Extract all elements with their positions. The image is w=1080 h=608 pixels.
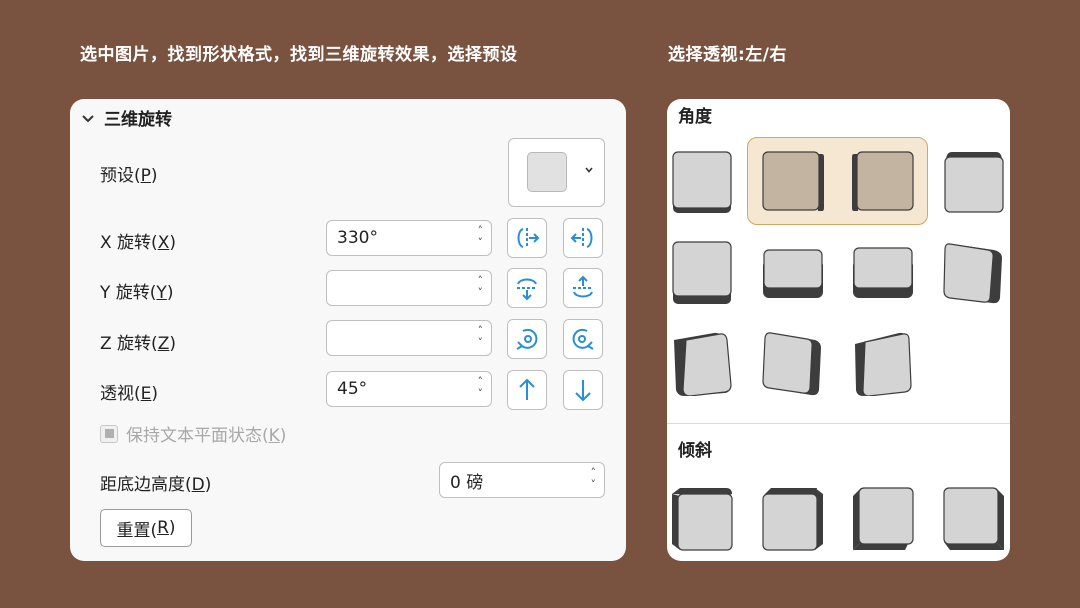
x-rotation-value: 330° [337,228,378,248]
preset-dropdown[interactable] [508,138,605,207]
preset-tile[interactable] [851,240,915,306]
preset-gallery-panel: 角度 倾斜 [667,99,1010,561]
spin-arrows-icon[interactable]: ˄ ˅ [478,275,484,299]
tilt-section-title: 倾斜 [678,441,712,461]
arrow-up-icon [519,378,535,400]
x-rotation-input[interactable]: 330° ˄ ˅ [326,220,492,256]
y-rotation-label: Y 旋转(Y) [100,283,174,303]
preset-tile[interactable] [670,330,734,396]
preset-tile-perspective-right[interactable] [851,149,915,215]
reset-button[interactable]: 重置(R) [100,509,192,547]
chevron-down-icon[interactable] [80,110,96,126]
tilt-preset-tile[interactable] [851,486,915,552]
preset-label: 预设(P) [100,166,158,186]
tilt-preset-tile[interactable] [942,486,1006,552]
chevron-down-icon [585,167,593,173]
arrow-down-icon [575,380,591,402]
spin-arrows-icon[interactable]: ˄ ˅ [478,325,484,349]
checkbox-icon[interactable] [100,424,118,443]
spin-arrows-icon[interactable]: ˄ ˅ [478,376,484,400]
preset-tile[interactable] [670,149,734,215]
rotate-left-button[interactable] [507,218,547,258]
rotate-up-button[interactable] [507,268,547,308]
y-rotation-input[interactable]: ˄ ˅ [326,270,492,306]
distance-value: 0 磅 [450,472,484,493]
x-rotation-label: X 旋转(X) [100,233,176,253]
z-rotation-input[interactable]: ˄ ˅ [326,320,492,356]
instruction-caption-right: 选择透视:左/右 [668,45,788,65]
preset-tile[interactable] [670,240,734,306]
rotate-right-icon [570,228,593,248]
spin-arrows-icon[interactable]: ˄ ˅ [591,467,597,491]
distance-from-ground-label: 距底边高度(D) [100,475,212,495]
rotate-counterclockwise-button[interactable] [507,319,547,359]
perspective-increase-button[interactable] [507,370,547,410]
rotate-clockwise-icon [572,328,594,350]
perspective-input[interactable]: 45° ˄ ˅ [326,371,492,407]
preset-tile[interactable] [761,240,825,306]
rotate-down-icon [573,275,593,298]
z-rotation-label: Z 旋转(Z) [100,334,176,354]
perspective-decrease-button[interactable] [563,370,603,410]
preset-swatch [527,152,567,192]
perspective-label: 透视(E) [100,384,159,404]
rotate-down-button[interactable] [563,268,603,308]
preset-tile[interactable] [851,330,915,396]
tilt-preset-tile[interactable] [761,486,825,552]
keep-text-flat-checkbox[interactable]: 保持文本平面状态(K) [100,421,286,446]
3d-rotation-panel: 三维旋转 预设(P) X 旋转(X) 330° ˄ ˅ Y 旋转(Y) ˄ ˅ Z … [70,99,626,561]
rotate-left-icon [517,228,540,248]
preset-tile[interactable] [761,330,825,396]
section-divider [667,423,1010,424]
perspective-value: 45° [337,379,368,399]
section-header[interactable]: 三维旋转 [80,105,172,130]
preset-tile[interactable] [942,149,1006,215]
instruction-caption-left: 选中图片，找到形状格式，找到三维旋转效果，选择预设 [80,45,518,65]
distance-from-ground-input[interactable]: 0 磅 ˄ ˅ [439,462,605,498]
rotate-up-icon [517,278,537,301]
preset-tile[interactable] [942,240,1006,306]
tilt-preset-tile[interactable] [670,486,734,552]
angle-section-title: 角度 [678,107,712,127]
rotate-right-button[interactable] [563,218,603,258]
preset-tile-perspective-left[interactable] [761,149,825,215]
rotate-clockwise-button[interactable] [563,319,603,359]
spin-arrows-icon[interactable]: ˄ ˅ [478,225,484,249]
keep-text-flat-label: 保持文本平面状态(K) [126,426,287,446]
section-title: 三维旋转 [104,110,172,130]
rotate-counterclockwise-icon [516,328,538,350]
